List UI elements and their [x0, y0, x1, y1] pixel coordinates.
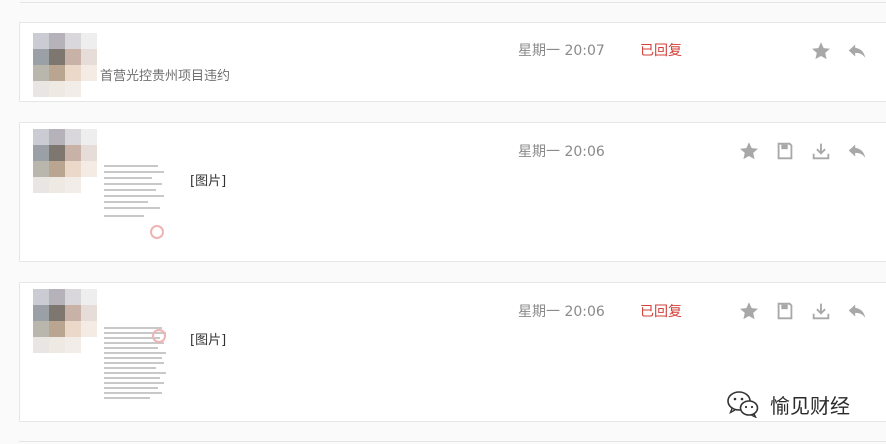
- reply-icon[interactable]: [846, 300, 868, 322]
- status-replied: 已回复: [640, 304, 682, 320]
- wechat-logo-icon: [726, 390, 760, 419]
- image-thumbnail[interactable]: [102, 159, 172, 245]
- divider: [20, 0, 886, 3]
- message-time: 星期一 20:06: [518, 304, 605, 320]
- message-actions: [738, 140, 880, 162]
- message-time: 星期一 20:06: [518, 144, 605, 160]
- message-actions: [810, 40, 880, 62]
- message-snippet: 首营光控贵州项目违约: [100, 69, 231, 84]
- download-icon[interactable]: [810, 140, 832, 162]
- watermark-text: 愉见财经: [770, 393, 850, 418]
- avatar: [33, 129, 97, 193]
- watermark: 愉见财经: [726, 389, 850, 419]
- star-icon[interactable]: [810, 40, 832, 62]
- message-card[interactable]: [图片] 星期一 20:06: [19, 122, 886, 262]
- image-thumbnail[interactable]: [102, 323, 172, 409]
- image-label: [图片]: [190, 174, 227, 189]
- avatar: [33, 33, 97, 97]
- save-icon[interactable]: [774, 300, 796, 322]
- message-card[interactable]: 首营光控贵州项目违约 星期一 20:07 已回复: [19, 22, 886, 102]
- image-label: [图片]: [190, 333, 227, 348]
- star-icon[interactable]: [738, 140, 760, 162]
- download-icon[interactable]: [810, 300, 832, 322]
- reply-icon[interactable]: [846, 40, 868, 62]
- seal-mark: [152, 329, 166, 343]
- seal-mark: [150, 225, 164, 239]
- save-icon[interactable]: [774, 140, 796, 162]
- avatar: [33, 289, 97, 353]
- message-time: 星期一 20:07: [518, 43, 605, 59]
- reply-icon[interactable]: [846, 140, 868, 162]
- star-icon[interactable]: [738, 300, 760, 322]
- message-actions: [738, 300, 880, 322]
- status-replied: 已回复: [640, 43, 682, 59]
